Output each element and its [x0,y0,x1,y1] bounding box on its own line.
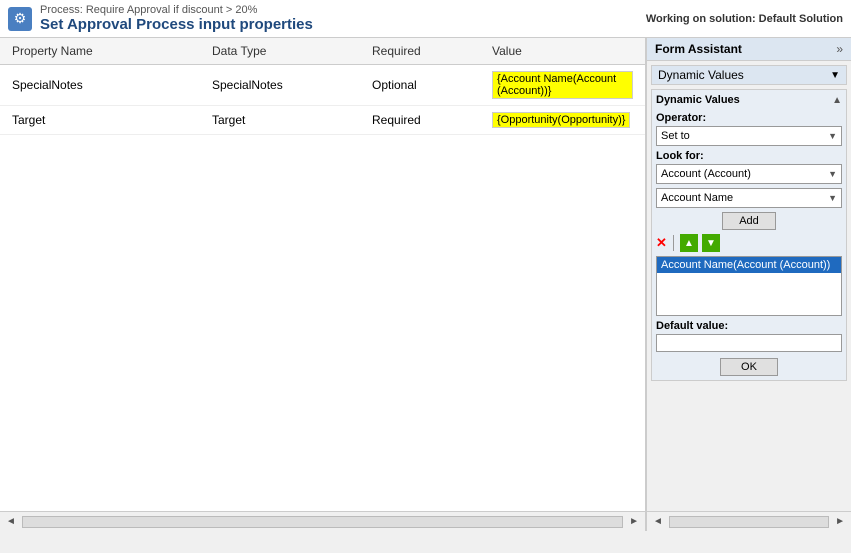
property-name-1: Target [8,111,208,129]
right-panel-scroll-left[interactable]: ◄ [649,516,667,527]
ok-button[interactable]: OK [720,358,778,376]
main-layout: Property Name Data Type Required Value S… [0,38,851,531]
data-type-0: SpecialNotes [208,76,368,94]
look-for-arrow[interactable]: ▼ [828,169,837,179]
required-1: Required [368,111,488,129]
top-bar: ⚙ Process: Require Approval if discount … [0,0,851,38]
dynamic-values-label: Dynamic Values [658,68,744,82]
look-for-select[interactable]: Account (Account) ▼ [656,164,842,184]
dv-section-title: Dynamic Values [656,94,740,106]
dynamic-values-section: Dynamic Values ▲ Operator: Set to ▼ Look… [651,89,847,381]
field-select-value: Account Name [661,192,733,204]
dv-section-header: Dynamic Values ▲ [656,94,842,106]
bottom-scrollbar: ◄ ► [0,511,645,531]
col-property-name: Property Name [8,42,208,60]
scroll-right-arrow[interactable]: ► [625,516,643,527]
field-select-arrow[interactable]: ▼ [828,193,837,203]
collapse-icon[interactable]: » [836,42,843,56]
table-body: SpecialNotes SpecialNotes Optional {Acco… [0,65,645,511]
selected-item-list: Account Name(Account (Account)) [656,256,842,316]
scroll-left-arrow[interactable]: ◄ [2,516,20,527]
property-name-0: SpecialNotes [8,76,208,94]
col-value: Value [488,42,637,60]
right-panel-scroll-right[interactable]: ► [831,516,849,527]
page-title: Set Approval Process input properties [40,16,313,33]
gear-icon: ⚙ [8,7,32,31]
top-bar-left: ⚙ Process: Require Approval if discount … [8,4,313,33]
right-panel-scroll-track[interactable] [669,516,829,528]
col-required: Required [368,42,488,60]
operator-value: Set to [661,130,690,142]
table-row: SpecialNotes SpecialNotes Optional {Acco… [0,65,645,106]
form-assistant-title: Form Assistant [655,42,742,56]
operator-label: Operator: [656,112,842,124]
dv-collapse-arrow[interactable]: ▲ [832,95,842,106]
field-select[interactable]: Account Name ▼ [656,188,842,208]
selected-item[interactable]: Account Name(Account (Account)) [657,257,841,273]
dynamic-values-header[interactable]: Dynamic Values ▼ [651,65,847,85]
col-data-type: Data Type [208,42,368,60]
process-label: Process: Require Approval if discount > … [40,4,313,16]
scroll-track[interactable] [22,516,623,528]
divider [673,235,674,251]
value-tag-1[interactable]: {Opportunity(Opportunity)} [492,112,630,128]
move-down-button[interactable]: ▼ [702,234,720,252]
left-panel: Property Name Data Type Required Value S… [0,38,646,531]
look-for-label: Look for: [656,150,842,162]
operator-select[interactable]: Set to ▼ [656,126,842,146]
action-icons: ✕ ▲ ▼ [656,234,842,252]
right-panel: Form Assistant » Dynamic Values ▼ Dynami… [646,38,851,531]
form-assistant-body: Dynamic Values ▼ Dynamic Values ▲ Operat… [647,61,851,511]
move-up-button[interactable]: ▲ [680,234,698,252]
required-0: Optional [368,76,488,94]
operator-arrow[interactable]: ▼ [828,131,837,141]
value-0[interactable]: {Account Name(Account (Account))} [488,69,637,101]
default-value-label: Default value: [656,320,842,332]
look-for-value: Account (Account) [661,168,751,180]
remove-button[interactable]: ✕ [656,235,667,251]
default-value-input[interactable] [656,334,842,352]
right-panel-scrollbar: ◄ ► [647,511,851,531]
working-on-label: Working on solution: Default Solution [646,13,843,25]
value-tag-0[interactable]: {Account Name(Account (Account))} [492,71,633,99]
data-type-1: Target [208,111,368,129]
top-bar-titles: Process: Require Approval if discount > … [40,4,313,33]
table-header: Property Name Data Type Required Value [0,38,645,65]
value-1[interactable]: {Opportunity(Opportunity)} [488,110,637,130]
form-assistant-header: Form Assistant » [647,38,851,61]
table-row: Target Target Required {Opportunity(Oppo… [0,106,645,135]
dynamic-values-arrow[interactable]: ▼ [830,70,840,81]
add-button[interactable]: Add [722,212,776,230]
